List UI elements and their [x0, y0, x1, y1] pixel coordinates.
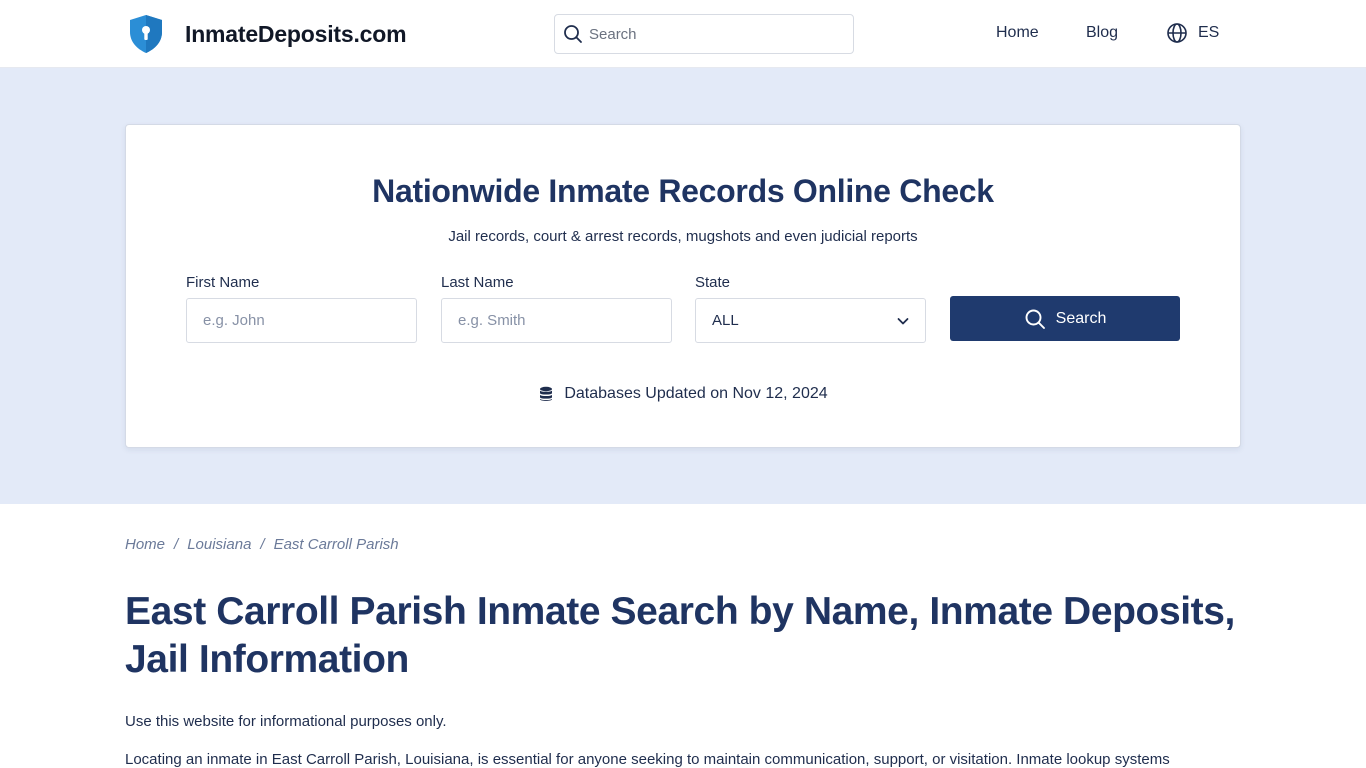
- language-label: ES: [1198, 24, 1220, 41]
- nav-home-link[interactable]: Home: [996, 24, 1039, 42]
- disclaimer-paragraph: Use this website for informational purpo…: [125, 713, 447, 730]
- page-title: East Carroll Parish Inmate Search by Nam…: [125, 590, 1235, 681]
- state-field: State ALL: [695, 274, 926, 343]
- site-logo[interactable]: InmateDeposits.com: [128, 14, 407, 54]
- state-select[interactable]: ALL: [695, 298, 926, 343]
- breadcrumb-louisiana[interactable]: Louisiana: [187, 536, 251, 553]
- hero-title: Nationwide Inmate Records Online Check: [372, 173, 994, 209]
- last-name-input[interactable]: [458, 312, 648, 329]
- database-updated-text: Databases Updated on Nov 12, 2024: [564, 385, 828, 402]
- state-label: State: [695, 274, 731, 291]
- site-header: InmateDeposits.com Home Blog ES: [0, 0, 1366, 68]
- language-switcher[interactable]: ES: [1166, 22, 1219, 44]
- first-name-input[interactable]: [203, 312, 393, 329]
- first-name-field: First Name: [186, 274, 417, 343]
- breadcrumb-separator: /: [174, 536, 179, 553]
- breadcrumb-separator: /: [260, 536, 265, 553]
- last-name-input-box[interactable]: [441, 298, 672, 343]
- hero-subtitle: Jail records, court & arrest records, mu…: [448, 228, 918, 245]
- search-icon: [1025, 309, 1045, 329]
- breadcrumb: Home / Louisiana / East Carroll Parish: [125, 536, 399, 553]
- last-name-label: Last Name: [441, 274, 514, 291]
- header-search[interactable]: [554, 14, 854, 54]
- search-button[interactable]: Search: [950, 296, 1180, 341]
- shield-keyhole-icon: [130, 15, 162, 53]
- intro-paragraph: Locating an inmate in East Carroll Paris…: [125, 751, 1170, 768]
- state-select-value: ALL: [712, 312, 739, 329]
- database-icon: [540, 386, 553, 401]
- logo-text: InmateDeposits.com: [185, 20, 407, 47]
- globe-icon: [1167, 23, 1187, 43]
- search-icon: [564, 25, 582, 43]
- search-card: Nationwide Inmate Records Online Check J…: [125, 124, 1241, 448]
- breadcrumb-current: East Carroll Parish: [273, 536, 399, 553]
- search-button-label: Search: [1055, 309, 1107, 327]
- breadcrumb-home[interactable]: Home: [125, 536, 165, 553]
- chevron-down-icon: [897, 317, 909, 324]
- first-name-label: First Name: [186, 274, 260, 291]
- hero-section: Nationwide Inmate Records Online Check J…: [0, 68, 1366, 504]
- header-search-input[interactable]: [589, 25, 839, 43]
- last-name-field: Last Name: [441, 274, 672, 343]
- first-name-input-box[interactable]: [186, 298, 417, 343]
- nav-blog-link[interactable]: Blog: [1086, 24, 1118, 42]
- database-updated-notice: Databases Updated on Nov 12, 2024: [126, 385, 1240, 403]
